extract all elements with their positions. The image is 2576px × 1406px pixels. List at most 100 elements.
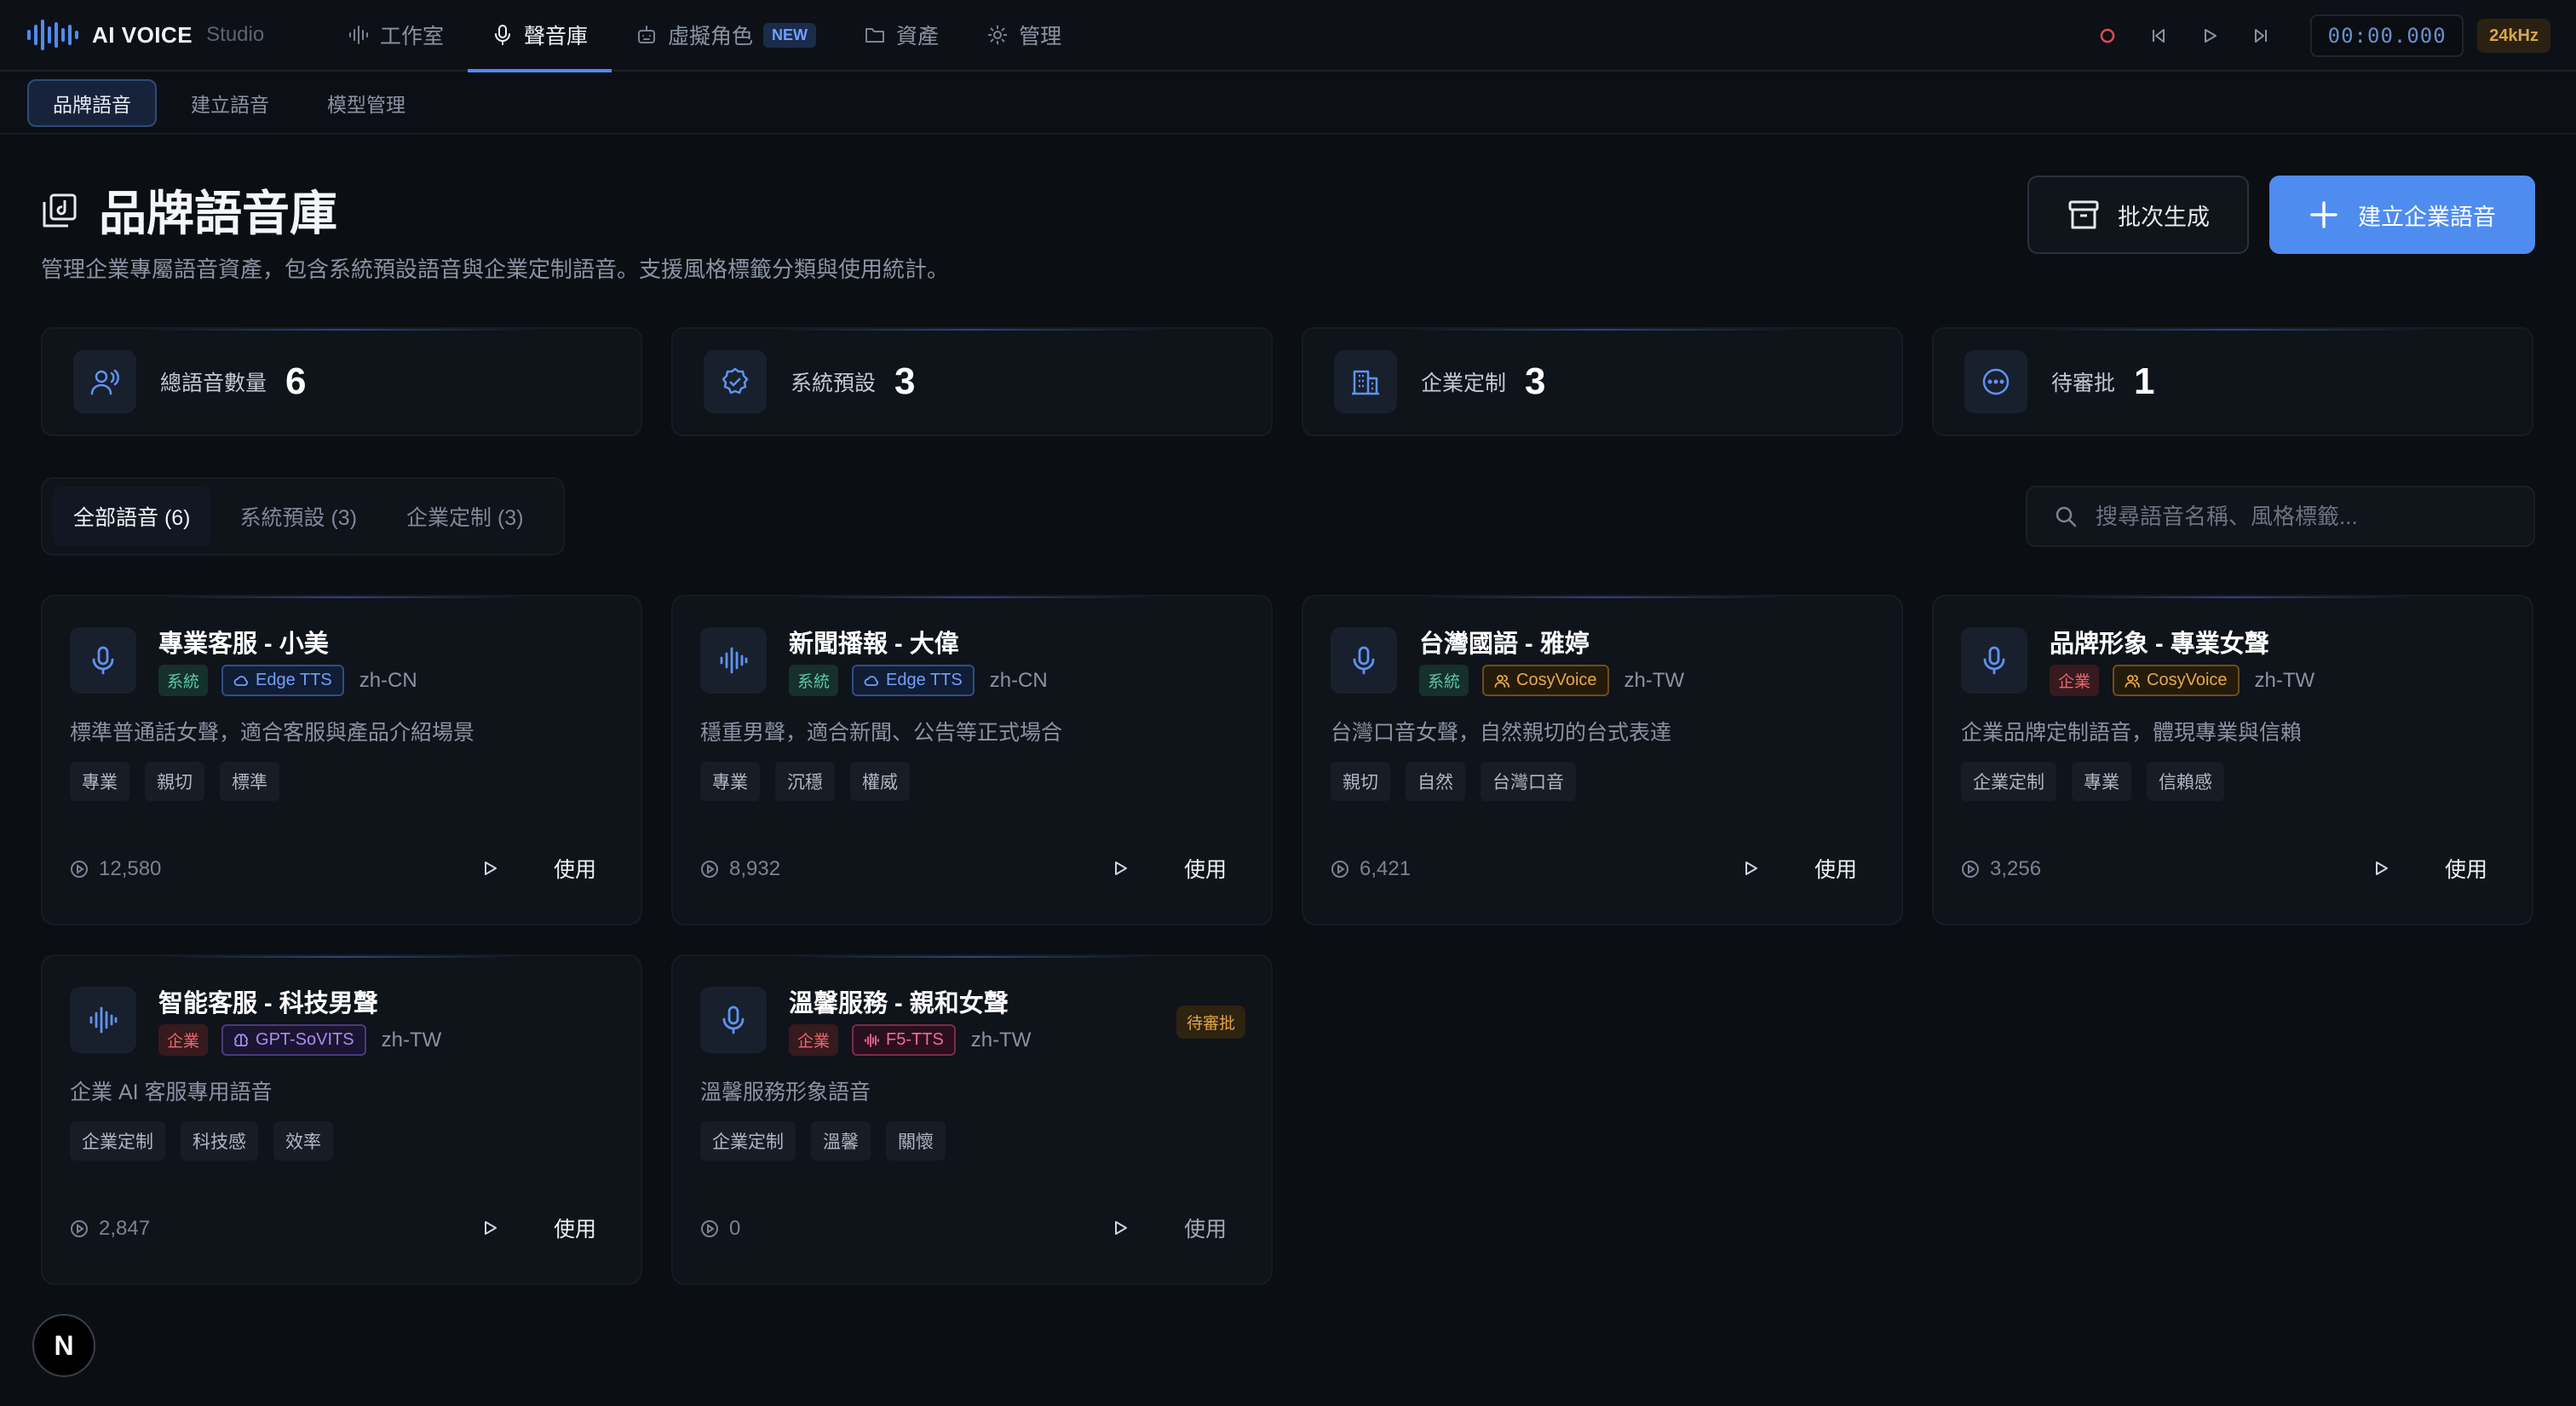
subtab-create-voice[interactable]: 建立語音 bbox=[167, 79, 293, 127]
voice-locale: zh-CN bbox=[359, 668, 417, 692]
play-circle-icon bbox=[1331, 861, 1348, 878]
nav-item-voice-library[interactable]: 聲音庫 bbox=[468, 0, 612, 72]
play-icon bbox=[1115, 1221, 1127, 1235]
mic-icon bbox=[1331, 627, 1397, 694]
play-circle-icon bbox=[701, 861, 718, 878]
preview-play-button[interactable] bbox=[469, 1207, 511, 1249]
stat-value: 3 bbox=[1525, 360, 1546, 402]
search-icon bbox=[2056, 506, 2077, 527]
nav-item-assets[interactable]: 資產 bbox=[840, 0, 963, 71]
filter-tab-system[interactable]: 系統預設 (3) bbox=[220, 487, 378, 546]
play-icon bbox=[485, 861, 497, 875]
voice-locale: zh-TW bbox=[970, 1028, 1032, 1052]
voice-meta: 系統 CosyVoice zh-TW bbox=[1419, 665, 1684, 696]
style-tag: 企業定制 bbox=[700, 1121, 796, 1161]
play-icon bbox=[485, 1221, 497, 1235]
voice-name: 專業客服 - 小美 bbox=[158, 631, 329, 658]
more-circle-icon bbox=[1964, 350, 2027, 413]
subtab-brand-voice[interactable]: 品牌語音 bbox=[27, 79, 157, 127]
voice-meta: 系統 Edge TTS zh-CN bbox=[789, 665, 1048, 696]
page-header: 品牌語音庫 bbox=[41, 176, 337, 245]
style-tags: 專業 親切 標準 bbox=[70, 762, 295, 801]
record-button[interactable] bbox=[2082, 14, 2133, 58]
use-voice-button[interactable]: 使用 bbox=[1167, 1207, 1244, 1249]
engine-label: Edge TTS bbox=[886, 671, 963, 689]
voice-card[interactable]: 台灣國語 - 雅婷 系統 CosyVoice zh-TW 台灣口音女聲，自然親切… bbox=[1302, 595, 1903, 925]
new-badge: NEW bbox=[763, 22, 817, 48]
preview-play-button[interactable] bbox=[1729, 847, 1772, 890]
play-count: 2,847 bbox=[70, 1217, 150, 1241]
play-circle-icon bbox=[71, 861, 88, 878]
preview-play-button[interactable] bbox=[2360, 847, 2402, 890]
style-tag: 專業 bbox=[2072, 762, 2131, 801]
filter-tab-all[interactable]: 全部語音 (6) bbox=[53, 487, 211, 546]
users-voice-icon bbox=[73, 350, 136, 413]
engine-label: GPT-SoVITS bbox=[256, 1030, 354, 1049]
preview-play-button[interactable] bbox=[1099, 847, 1141, 890]
play-count: 8,932 bbox=[700, 857, 780, 881]
stat-system-default: 系統預設 3 bbox=[671, 327, 1273, 436]
voice-card[interactable]: 智能客服 - 科技男聲 企業 GPT-SoVITS zh-TW 企業 AI 客服… bbox=[41, 954, 642, 1285]
mic-icon bbox=[492, 24, 514, 46]
style-tag: 企業定制 bbox=[1961, 762, 2056, 801]
play-count: 0 bbox=[700, 1217, 740, 1241]
nav-label: 虛擬角色 bbox=[668, 25, 754, 49]
preview-play-button[interactable] bbox=[469, 847, 511, 890]
dev-tools-button[interactable]: N bbox=[32, 1314, 95, 1377]
voice-meta: 企業 F5-TTS zh-TW bbox=[789, 1024, 1031, 1056]
use-voice-button[interactable]: 使用 bbox=[1797, 847, 1874, 890]
play-count-value: 0 bbox=[729, 1217, 741, 1240]
voice-description: 台灣口音女聲，自然親切的台式表達 bbox=[1331, 721, 1672, 745]
style-tag: 親切 bbox=[1331, 762, 1390, 801]
nav-label: 工作室 bbox=[380, 25, 445, 49]
voice-meta: 系統 Edge TTS zh-CN bbox=[158, 665, 417, 696]
page-title: 品牌語音庫 bbox=[99, 187, 337, 240]
search-box bbox=[2026, 486, 2535, 547]
subtab-model-management[interactable]: 模型管理 bbox=[303, 79, 429, 127]
app-logo[interactable]: AI VOICE Studio bbox=[26, 18, 273, 52]
use-voice-button[interactable]: 使用 bbox=[2428, 847, 2504, 890]
stat-value: 1 bbox=[2134, 360, 2155, 402]
style-tag: 沉穩 bbox=[775, 762, 835, 801]
folder-icon bbox=[864, 24, 886, 46]
engine-label: CosyVoice bbox=[1516, 671, 1597, 689]
style-tag: 專業 bbox=[700, 762, 760, 801]
engine-badge: CosyVoice bbox=[1482, 665, 1609, 696]
archive-icon bbox=[2068, 200, 2099, 229]
users-icon bbox=[1494, 674, 1509, 688]
engine-badge: Edge TTS bbox=[852, 665, 975, 696]
voice-card[interactable]: 專業客服 - 小美 系統 Edge TTS zh-CN 標準普通話女聲，適合客服… bbox=[41, 595, 642, 925]
brand-name: AI VOICE bbox=[92, 21, 193, 48]
play-button[interactable] bbox=[2184, 14, 2235, 58]
batch-generate-label: 批次生成 bbox=[2118, 204, 2210, 230]
skip-back-button[interactable] bbox=[2133, 14, 2184, 58]
main-nav: 工作室 聲音庫 虛擬角色 NEW 資產 管理 bbox=[324, 0, 1085, 72]
voice-card[interactable]: 新聞播報 - 大偉 系統 Edge TTS zh-CN 穩重男聲，適合新聞、公告… bbox=[671, 595, 1273, 925]
use-voice-button[interactable]: 使用 bbox=[537, 847, 613, 890]
play-count-value: 12,580 bbox=[99, 857, 162, 880]
nav-item-avatar[interactable]: 虛擬角色 NEW bbox=[612, 0, 840, 71]
use-voice-button[interactable]: 使用 bbox=[1167, 847, 1244, 890]
create-enterprise-voice-button[interactable]: 建立企業語音 bbox=[2269, 176, 2535, 254]
nav-label: 管理 bbox=[1019, 25, 1062, 49]
skip-forward-button[interactable] bbox=[2235, 14, 2286, 58]
play-circle-icon bbox=[71, 1220, 88, 1237]
play-count-value: 8,932 bbox=[729, 857, 781, 880]
stat-label: 企業定制 bbox=[1421, 372, 1507, 395]
users-icon bbox=[2125, 674, 2140, 688]
style-tag: 自然 bbox=[1406, 762, 1465, 801]
nav-item-studio[interactable]: 工作室 bbox=[324, 0, 468, 71]
search-input[interactable] bbox=[2096, 503, 2521, 530]
voice-card[interactable]: 品牌形象 - 專業女聲 企業 CosyVoice zh-TW 企業品牌定制語音，… bbox=[1932, 595, 2533, 925]
voice-card[interactable]: 溫馨服務 - 親和女聲 企業 F5-TTS zh-TW 待審批 溫馨服務形象語音… bbox=[671, 954, 1273, 1285]
style-tag: 科技感 bbox=[181, 1121, 258, 1161]
preview-play-button[interactable] bbox=[1099, 1207, 1141, 1249]
nav-item-admin[interactable]: 管理 bbox=[963, 0, 1085, 71]
filter-tab-enterprise[interactable]: 企業定制 (3) bbox=[386, 487, 544, 546]
play-icon bbox=[1115, 861, 1127, 875]
voice-name: 品牌形象 - 專業女聲 bbox=[2050, 631, 2269, 658]
batch-generate-button[interactable]: 批次生成 bbox=[2027, 176, 2249, 254]
mic-icon bbox=[1961, 627, 2027, 694]
use-voice-button[interactable]: 使用 bbox=[537, 1207, 613, 1249]
stat-label: 總語音數量 bbox=[160, 372, 267, 395]
